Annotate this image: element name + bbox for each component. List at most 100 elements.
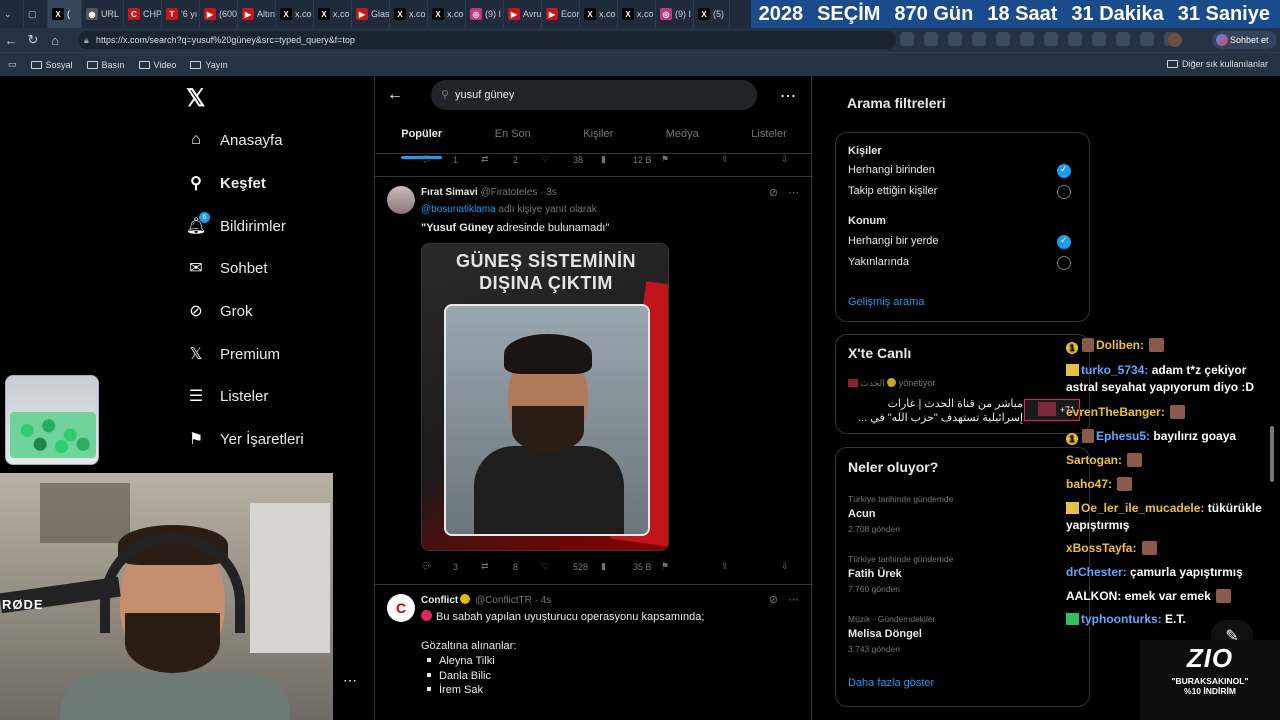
browser-tab[interactable]: C CHP [124, 0, 162, 28]
author-handle[interactable]: @ConflictTR [475, 595, 532, 606]
retweet-button[interactable]: ⇄ 2 [481, 154, 541, 165]
radio-empty-icon[interactable] [1057, 185, 1071, 199]
filter-option-anywhere[interactable]: Herhangi bir yerde [848, 235, 939, 247]
extension-icon[interactable] [1020, 32, 1034, 46]
tab-people[interactable]: Kişiler [583, 120, 613, 153]
page-scrollbar[interactable] [1270, 426, 1274, 482]
live-host[interactable]: الحدث yönetiyor [848, 378, 935, 389]
profile-avatar[interactable] [1168, 33, 1182, 47]
browser-tab[interactable]: Xx.co [390, 0, 428, 28]
search-input[interactable]: ⚲ yusuf güney [431, 80, 757, 110]
browser-tab[interactable]: Xx.co [314, 0, 352, 28]
url-bar[interactable]: 🔒︎ https://x.com/search?q=yusuf%20güney&s… [78, 31, 896, 49]
bookmark-folder[interactable]: Video [138, 60, 176, 70]
tab-lists[interactable]: Listeler [751, 120, 786, 153]
filter-option-anyone[interactable]: Herhangi birinden [848, 164, 935, 176]
browser-tab[interactable]: ◎ (9) I [656, 0, 694, 28]
extension-icon[interactable] [996, 32, 1010, 46]
grok-icon[interactable]: ⊘ [769, 186, 778, 199]
browser-tab[interactable]: ▶ (600 [200, 0, 238, 28]
filter-option-following[interactable]: Takip ettiğin kişiler [848, 185, 937, 197]
more-icon[interactable]: ⋯ [788, 186, 799, 199]
views-button[interactable]: ▮ 35 B [601, 561, 661, 572]
extension-icon[interactable] [1116, 32, 1130, 46]
views-button[interactable]: ▮ 12 B [601, 154, 661, 165]
browser-tab[interactable]: X( [48, 0, 82, 28]
reply-button[interactable]: 💬︎ 3 [421, 561, 481, 572]
tab-popular[interactable]: Popüler [401, 120, 442, 159]
x-logo-icon[interactable]: 𝕏 [186, 84, 205, 113]
retweet-button[interactable]: ⇄ 8 [481, 561, 541, 572]
live-title-text[interactable]: مباشر من قناة الحدث | غارات إسرائيلية تست… [848, 397, 1023, 425]
download-button[interactable]: ⇩ [781, 154, 841, 165]
extension-icon[interactable] [1092, 32, 1106, 46]
tab-search-button[interactable]: ⌄ [0, 0, 24, 28]
browser-tab[interactable]: T '6 yı [162, 0, 200, 28]
bookmark-button[interactable]: ⚑ [661, 154, 721, 165]
home-button[interactable]: ⌂ [44, 28, 66, 52]
back-arrow-icon[interactable]: ← [387, 86, 403, 104]
nav-item-premium[interactable]: 𝕏 Premium [186, 344, 280, 364]
reply-button[interactable]: 💬︎ 1 [421, 154, 481, 165]
tweet-media[interactable]: GÜNEŞ SİSTEMİNİN DIŞINA ÇIKTIM [421, 243, 669, 551]
browser-tab[interactable]: Xx.co [618, 0, 656, 28]
browser-tab[interactable]: Xx.co [428, 0, 466, 28]
tweet-time[interactable]: 4s [541, 595, 552, 606]
nav-item-chat[interactable]: ✉ Sohbet [186, 258, 267, 278]
radio-checked-icon[interactable] [1057, 235, 1071, 249]
browser-tab[interactable]: Xx.co [580, 0, 618, 28]
browser-tab[interactable]: Xx.co [276, 0, 314, 28]
bookmark-folder[interactable]: Yayın [190, 60, 228, 70]
author-name[interactable]: Fırat Simavi [421, 187, 478, 198]
tweet-time[interactable]: 3s [546, 187, 557, 198]
avatar[interactable]: C [387, 594, 415, 622]
nav-item-bookmarks[interactable]: ⚑ Yer İşaretleri [186, 429, 304, 449]
nav-item-grok[interactable]: ⊘ Grok [186, 301, 252, 321]
mention-link[interactable]: @bosunatiklama [421, 204, 496, 215]
radio-checked-icon[interactable] [1057, 164, 1071, 178]
extension-icon[interactable] [1068, 32, 1082, 46]
browser-tab[interactable]: X (5) [694, 0, 730, 28]
bookmark-folder[interactable]: Basın [86, 60, 125, 70]
extension-icon[interactable] [900, 32, 914, 46]
chat-button[interactable]: Sohbet et [1212, 31, 1277, 49]
extension-icon[interactable] [948, 32, 962, 46]
other-bookmarks[interactable]: Diğer sık kullanılanlar [1166, 59, 1268, 69]
filter-option-nearby[interactable]: Yakınlarında [848, 256, 909, 268]
browser-tab[interactable]: ▶ Econ [542, 0, 580, 28]
trend-name[interactable]: Acun [848, 508, 876, 520]
tab-latest[interactable]: En Son [495, 120, 531, 153]
download-button[interactable]: ⇩ [781, 561, 841, 572]
trend-name[interactable]: Fatih Ürek [848, 568, 902, 580]
radio-empty-icon[interactable] [1057, 256, 1071, 270]
more-menu-icon[interactable]: ⋯ [343, 672, 357, 689]
extension-icon[interactable] [924, 32, 938, 46]
extension-icon[interactable] [1140, 32, 1154, 46]
nav-item-explore[interactable]: ⚲ Keşfet [186, 173, 266, 193]
share-button[interactable]: ⇪ [721, 154, 781, 165]
nav-item-lists[interactable]: ☰ Listeler [186, 386, 269, 406]
more-icon[interactable]: ⋯ [788, 593, 799, 606]
like-button[interactable]: ♡ 528 [541, 561, 601, 572]
grok-icon[interactable]: ⊘ [769, 593, 778, 606]
browser-tab[interactable]: ▶ Glas [352, 0, 390, 28]
show-more-link[interactable]: Daha fazla göster [848, 677, 934, 689]
bookmark-folder[interactable]: Sosyal [30, 60, 73, 70]
browser-tab[interactable]: ▶ Altın [238, 0, 276, 28]
author-handle[interactable]: @Firatoteles [480, 187, 537, 198]
sidebar-toggle-icon[interactable]: ▭ [8, 59, 17, 70]
reload-button[interactable]: ↻ [22, 28, 44, 52]
browser-tab[interactable]: ◎ (9) I [466, 0, 504, 28]
more-options-icon[interactable]: ⋯ [780, 86, 797, 106]
extension-icon[interactable] [972, 32, 986, 46]
avatar[interactable] [387, 186, 415, 214]
nav-item-home[interactable]: ⌂ Anasayfa [186, 130, 282, 150]
nav-item-notifications[interactable]: 🔔︎ 6 Bildirimler [186, 212, 286, 236]
browser-tab[interactable]: ▶ Avru [504, 0, 542, 28]
browser-tab[interactable]: ◉ URL [82, 0, 124, 28]
extension-icon[interactable] [1044, 32, 1058, 46]
tab-actions-button[interactable]: ▢ [24, 0, 48, 28]
like-button[interactable]: ♡ 38 [541, 154, 601, 165]
bookmark-button[interactable]: ⚑ [661, 561, 721, 572]
back-button[interactable]: ← [0, 28, 22, 52]
